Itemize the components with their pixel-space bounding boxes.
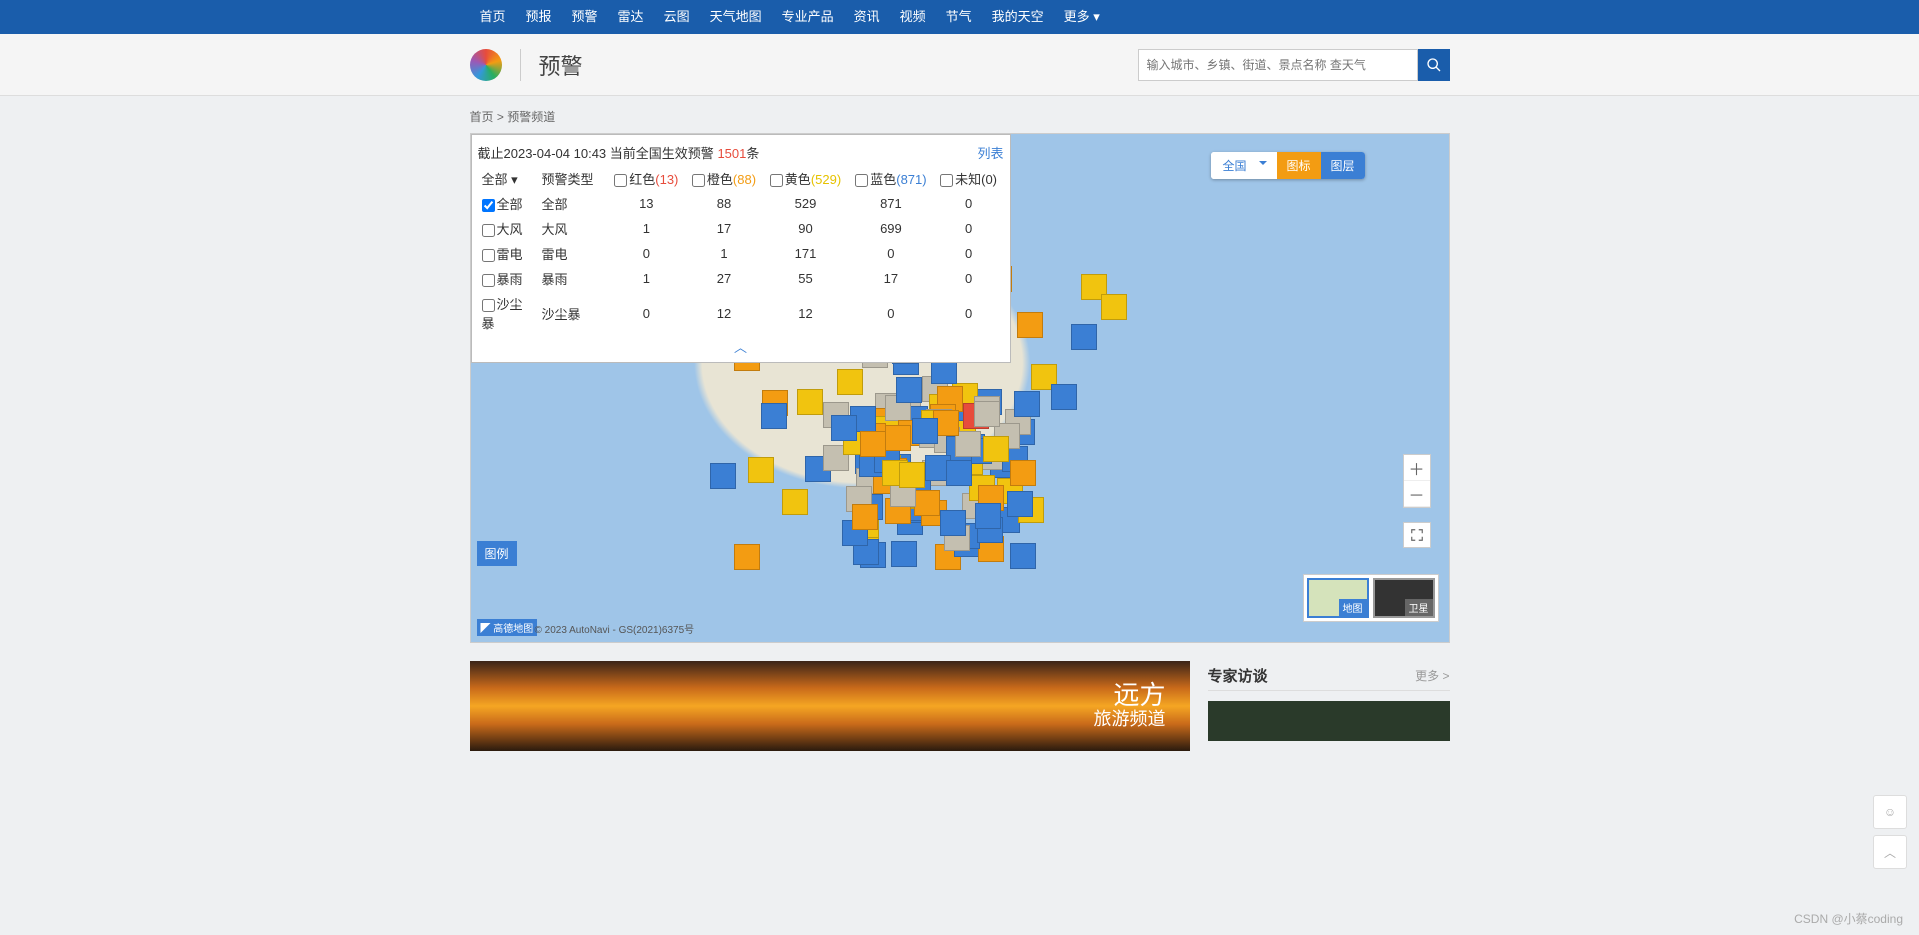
sidebar-more[interactable]: 更多 > bbox=[1415, 667, 1449, 684]
warning-marker[interactable] bbox=[1007, 491, 1033, 517]
warning-marker[interactable] bbox=[782, 489, 808, 515]
row-check-1[interactable] bbox=[482, 224, 495, 237]
warning-marker[interactable] bbox=[1071, 324, 1097, 350]
breadcrumb: 首页 > 预警频道 bbox=[470, 108, 1450, 125]
row-check-3[interactable] bbox=[482, 274, 495, 287]
float-buttons: ☺ ︿ bbox=[1873, 795, 1907, 875]
nav-11[interactable]: 更多 ▾ bbox=[1054, 0, 1110, 34]
list-link[interactable]: 列表 bbox=[977, 143, 1003, 162]
warning-marker[interactable] bbox=[1051, 384, 1077, 410]
zoom-control: ＋ － bbox=[1403, 454, 1431, 508]
warning-panel: 截止2023-04-04 10:43 当前全国生效预警 1501条 列表 全部 … bbox=[471, 134, 1011, 363]
fullscreen-button[interactable] bbox=[1403, 522, 1431, 548]
basemap-switch: 地图 卫星 bbox=[1303, 574, 1439, 622]
banner-title: 远方 旅游频道 bbox=[1094, 682, 1166, 730]
nav-5[interactable]: 天气地图 bbox=[700, 0, 772, 34]
nav-0[interactable]: 首页 bbox=[470, 0, 516, 34]
row-check-2[interactable] bbox=[482, 249, 495, 262]
warning-marker[interactable] bbox=[912, 418, 938, 444]
tab-layer[interactable]: 图层 bbox=[1321, 152, 1365, 179]
table-row: 大风大风117906990 bbox=[478, 216, 1004, 241]
search-button[interactable] bbox=[1418, 49, 1450, 81]
nav-3[interactable]: 雷达 bbox=[608, 0, 654, 34]
nav-7[interactable]: 资讯 bbox=[844, 0, 890, 34]
feedback-button[interactable]: ☺ bbox=[1873, 795, 1907, 829]
warning-marker[interactable] bbox=[797, 389, 823, 415]
filter-blue[interactable] bbox=[855, 174, 868, 187]
warning-marker[interactable] bbox=[983, 436, 1009, 462]
basemap-map[interactable]: 地图 bbox=[1307, 578, 1369, 618]
warning-marker[interactable] bbox=[940, 510, 966, 536]
warning-marker[interactable] bbox=[975, 503, 1001, 529]
back-to-top[interactable]: ︿ bbox=[1873, 835, 1907, 869]
warning-marker[interactable] bbox=[761, 403, 787, 429]
warning-marker[interactable] bbox=[899, 462, 925, 488]
header: 预警 bbox=[0, 34, 1919, 96]
amap-copyright: © 2023 AutoNavi - GS(2021)6375号 bbox=[477, 621, 695, 636]
warning-marker[interactable] bbox=[1017, 312, 1043, 338]
watermark: CSDN @小蔡coding bbox=[1794, 910, 1903, 927]
warning-marker[interactable] bbox=[946, 460, 972, 486]
nav-2[interactable]: 预警 bbox=[562, 0, 608, 34]
warning-marker[interactable] bbox=[748, 457, 774, 483]
filter-red[interactable] bbox=[614, 174, 627, 187]
nav-9[interactable]: 节气 bbox=[936, 0, 982, 34]
region-select[interactable]: 全国 bbox=[1211, 152, 1277, 179]
row-check-0[interactable] bbox=[482, 199, 495, 212]
warning-marker[interactable] bbox=[837, 369, 863, 395]
filter-unknown[interactable] bbox=[940, 174, 953, 187]
sidebar-thumbnail[interactable] bbox=[1208, 701, 1450, 741]
zoom-out[interactable]: － bbox=[1404, 481, 1430, 507]
panel-summary: 截止2023-04-04 10:43 当前全国生效预警 1501条 bbox=[478, 143, 760, 162]
table-row: 暴雨暴雨12755170 bbox=[478, 266, 1004, 291]
warning-marker[interactable] bbox=[852, 504, 878, 530]
region-toolbar: 全国 图标 图层 bbox=[1211, 152, 1365, 179]
nav-8[interactable]: 视频 bbox=[890, 0, 936, 34]
tab-icon[interactable]: 图标 bbox=[1277, 152, 1321, 179]
warning-marker[interactable] bbox=[860, 431, 886, 457]
warning-marker[interactable] bbox=[734, 544, 760, 570]
nav-1[interactable]: 预报 bbox=[516, 0, 562, 34]
nav-10[interactable]: 我的天空 bbox=[982, 0, 1054, 34]
filter-orange[interactable] bbox=[692, 174, 705, 187]
warning-table: 全部 ▾ 预警类型 红色(13) 橙色(88) 黄色(529) 蓝色(871) … bbox=[478, 166, 1004, 335]
warning-marker[interactable] bbox=[914, 490, 940, 516]
warning-marker[interactable] bbox=[891, 541, 917, 567]
fullscreen-icon bbox=[1410, 528, 1424, 542]
nav-6[interactable]: 专业产品 bbox=[772, 0, 844, 34]
warning-marker[interactable] bbox=[1010, 543, 1036, 569]
crumb-home[interactable]: 首页 bbox=[470, 110, 494, 124]
filter-yellow[interactable] bbox=[770, 174, 783, 187]
map-container[interactable]: 截止2023-04-04 10:43 当前全国生效预警 1501条 列表 全部 … bbox=[470, 133, 1450, 643]
warning-marker[interactable] bbox=[710, 463, 736, 489]
basemap-satellite[interactable]: 卫星 bbox=[1373, 578, 1435, 618]
zoom-in[interactable]: ＋ bbox=[1404, 455, 1430, 481]
sidebar-title: 专家访谈 bbox=[1208, 665, 1268, 686]
warning-marker[interactable] bbox=[974, 401, 1000, 427]
table-row: 雷电雷电0117100 bbox=[478, 241, 1004, 266]
warning-marker[interactable] bbox=[1010, 460, 1036, 486]
sidebar: 专家访谈 更多 > bbox=[1208, 661, 1450, 751]
legend-button[interactable]: 图例 bbox=[477, 541, 517, 566]
warning-marker[interactable] bbox=[896, 377, 922, 403]
page-title: 预警 bbox=[520, 49, 583, 81]
warning-marker[interactable] bbox=[955, 431, 981, 457]
panel-collapse[interactable]: ︿ bbox=[478, 335, 1004, 358]
top-nav: 首页预报预警雷达云图天气地图专业产品资讯视频节气我的天空更多 ▾ bbox=[0, 0, 1919, 34]
warning-marker[interactable] bbox=[885, 425, 911, 451]
site-logo[interactable] bbox=[470, 49, 502, 81]
warning-marker[interactable] bbox=[831, 415, 857, 441]
table-row: 沙尘暴沙尘暴0121200 bbox=[478, 291, 1004, 335]
warning-marker[interactable] bbox=[1014, 391, 1040, 417]
search-icon bbox=[1426, 57, 1442, 73]
table-row: 全部全部13885298710 bbox=[478, 191, 1004, 216]
crumb-current: 预警频道 bbox=[507, 110, 555, 124]
travel-banner[interactable]: 远方 旅游频道 bbox=[470, 661, 1190, 751]
row-check-4[interactable] bbox=[482, 299, 495, 312]
nav-4[interactable]: 云图 bbox=[654, 0, 700, 34]
search-input[interactable] bbox=[1138, 49, 1418, 81]
warning-marker[interactable] bbox=[1101, 294, 1127, 320]
